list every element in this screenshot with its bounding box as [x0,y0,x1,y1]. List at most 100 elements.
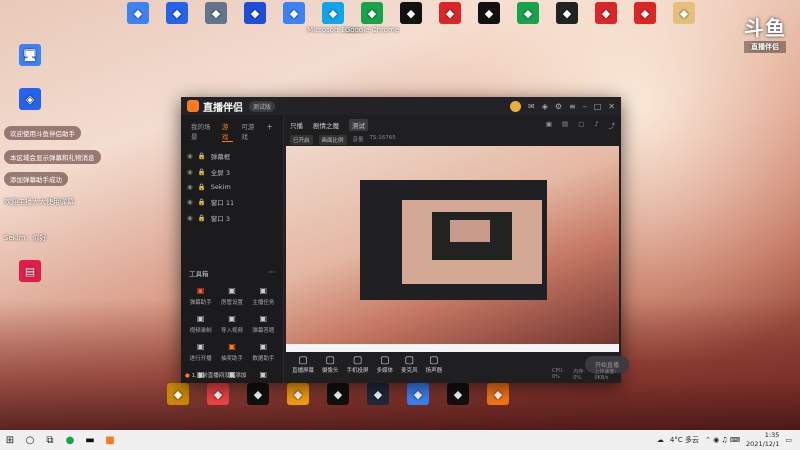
tool-item[interactable]: ▣ 进行开播 [185,340,216,363]
tool-item[interactable]: ▣ 主播任务 [248,284,279,307]
tool-item[interactable]: ▣ 抽奖助手 [216,340,247,363]
scene-item[interactable]: ◉ 🔒 Sekim [181,180,283,194]
tool-item[interactable]: ▣ 视频录制 [185,312,216,335]
app-b-icon: ◆ [207,383,229,405]
source-button[interactable]: ▢ 扬声器 [426,355,443,374]
tool-item[interactable]: ▣ 弹幕助手 [185,284,216,307]
scene-item[interactable]: ◉ 🔒 窗口 11 [181,194,283,210]
source-button[interactable]: ▢ 手机投屏 [347,355,369,374]
stream-preview[interactable] [286,146,619,352]
app-titlebar[interactable]: 直播伴侣 测试版 ✉ ◈ ⚙ ≡ – □ ✕ [181,97,621,115]
lock-icon[interactable]: 🔒 [198,168,206,176]
weather-icon[interactable]: ☁ [657,436,664,444]
app-f-icon: ◆ [367,383,389,405]
warning-text: ● 1.当前直播间没有添加 [185,371,246,379]
desktop-icon-doc[interactable]: ▤ [2,260,58,284]
scene-tabs: 我的场景 游戏 可游戏 ＋ [181,115,283,148]
message-icon[interactable]: ✉ [528,102,535,111]
main-subbar: 已开启 画面比例 音量 TS:16765 [284,135,621,145]
app-e-icon: ◆ [327,383,349,405]
preview-nested-window [360,180,547,300]
header-badge[interactable]: 测试 [349,119,368,131]
source-button[interactable]: ▢ 多媒体 [377,355,394,374]
streaming-app-window[interactable]: 直播伴侣 测试版 ✉ ◈ ⚙ ≡ – □ ✕ 我的场景 游戏 可游戏 ＋ ◉ 🔒 弹… [181,97,629,383]
app-i-icon: ◆ [487,383,509,405]
recycle-icon: ◆ [205,2,227,24]
status-item: 内存: 0% [573,369,585,381]
app-sidebar: 我的场景 游戏 可游戏 ＋ ◉ 🔒 弹幕框 ◉ 🔒 全屏 3 ◉ 🔒 Sekim ◉ 🔒 窗口 11 ◉… [181,115,284,383]
lock-icon[interactable]: 🔒 [198,198,206,206]
status-bar: CPU: 0% 内存: 0% 上传速度: 0KB/s [552,368,621,381]
subbar-status[interactable]: 已开启 [290,135,313,145]
status-item: CPU: 0% [552,368,564,380]
tab-my-scenes[interactable]: 我的场景 [191,121,214,142]
source-label: 手机投屏 [346,367,369,374]
eye-icon[interactable]: ◉ [187,152,193,160]
maximize-icon[interactable]: □ [594,102,602,111]
logo-big-text: 斗鱼 [744,16,786,40]
douyu-taskbar-icon[interactable]: ■ [100,430,120,450]
desktop-icon-network[interactable]: ◈ [2,88,58,112]
record-icon: ▣ [196,313,205,323]
header-icons: ▣ ▤ ▢ ♪ ⤴ [546,120,615,130]
eye-icon[interactable]: ◉ [187,183,193,191]
tool-label: 主播任务 [252,300,275,306]
settings-icon[interactable]: ⚙ [555,102,562,111]
desktop-icon-computer[interactable]: 🖥 [2,44,58,68]
desktop-icon[interactable]: ◆ [470,383,526,407]
eye-icon[interactable]: ◉ [187,168,193,176]
tab-game[interactable]: 游戏 [221,121,234,142]
store-icon[interactable]: ▣ [546,120,552,130]
scene-item[interactable]: ◉ 🔒 弹幕框 [181,148,283,164]
subbar-volume: 音量 [352,137,364,143]
terminal-taskbar-icon[interactable]: ▬ [80,430,100,450]
clock[interactable]: 1:35 2021/12/1 [746,431,779,449]
preview-nested-preview-2 [450,220,490,242]
menu-icon[interactable]: ≡ [569,102,576,111]
minimize-icon[interactable]: – [583,102,587,111]
notification-icon[interactable]: ▭ [785,436,792,444]
tool-item[interactable]: ▣ [248,368,279,382]
title-controls: ✉ ◈ ⚙ ≡ – □ ✕ [510,100,615,112]
source-label: 摄像头 [322,367,339,374]
scene-item[interactable]: ◉ 🔒 窗口 3 [181,210,283,226]
windows-start-icon[interactable]: ⊞ [0,430,20,450]
source-button[interactable]: ▢ 摄像头 [322,355,339,374]
tool-label: 视频录制 [189,328,212,334]
lock-icon[interactable]: 🔒 [198,183,206,191]
tab-other[interactable]: 可游戏 [241,121,258,142]
lock-icon[interactable]: 🔒 [198,214,206,222]
desktop-icon[interactable]: ◆ [656,2,712,26]
chrome-taskbar-icon[interactable]: ● [60,430,80,450]
main-header: 只播 剧情之魔 测试 ▣ ▤ ▢ ♪ ⤴ [284,115,621,135]
camera-icon: ▢ [325,354,335,366]
subbar-ratio[interactable]: 画面比例 [318,135,347,145]
bag-icon[interactable]: ▤ [562,120,568,130]
close-icon[interactable]: ✕ [608,102,615,111]
avatar[interactable] [510,100,521,112]
data-icon: ▣ [259,341,268,351]
tool-item[interactable]: ▣ 弹幕答题 [248,312,279,335]
weather-text[interactable]: 4°C 多云 [670,435,699,445]
add-scene-icon[interactable]: ＋ [267,121,274,142]
version-badge: 测试版 [249,100,276,112]
toolbox-more-icon[interactable]: ⋯ [269,268,276,278]
eye-icon[interactable]: ◉ [187,198,193,206]
source-button[interactable]: ▢ 直播屏幕 [292,355,314,374]
tray-icons[interactable]: ⌃ ◉ ♫ ⌨ [705,436,740,444]
source-button[interactable]: ▢ 麦克风 [401,355,418,374]
pip-icon[interactable]: ▢ [578,120,584,130]
scene-label: Sekim [210,183,231,191]
scene-item[interactable]: ◉ 🔒 全屏 3 [181,164,283,180]
share-icon[interactable]: ⤴ [609,120,616,130]
bell-icon[interactable]: ♪ [594,120,598,130]
eye-icon[interactable]: ◉ [187,214,193,222]
lock-icon[interactable]: 🔒 [198,152,206,160]
tool-item[interactable]: ▣ 数据助手 [248,340,279,363]
task-view-icon[interactable]: ⧉ [40,430,60,450]
tool-item[interactable]: ▣ 导入视频 [216,312,247,335]
tool-item[interactable]: ▣ 房管设置 [216,284,247,307]
skin-icon[interactable]: ◈ [542,102,548,111]
search-icon[interactable]: ○ [20,430,40,450]
status-item: 上传速度: 0KB/s [594,369,617,381]
